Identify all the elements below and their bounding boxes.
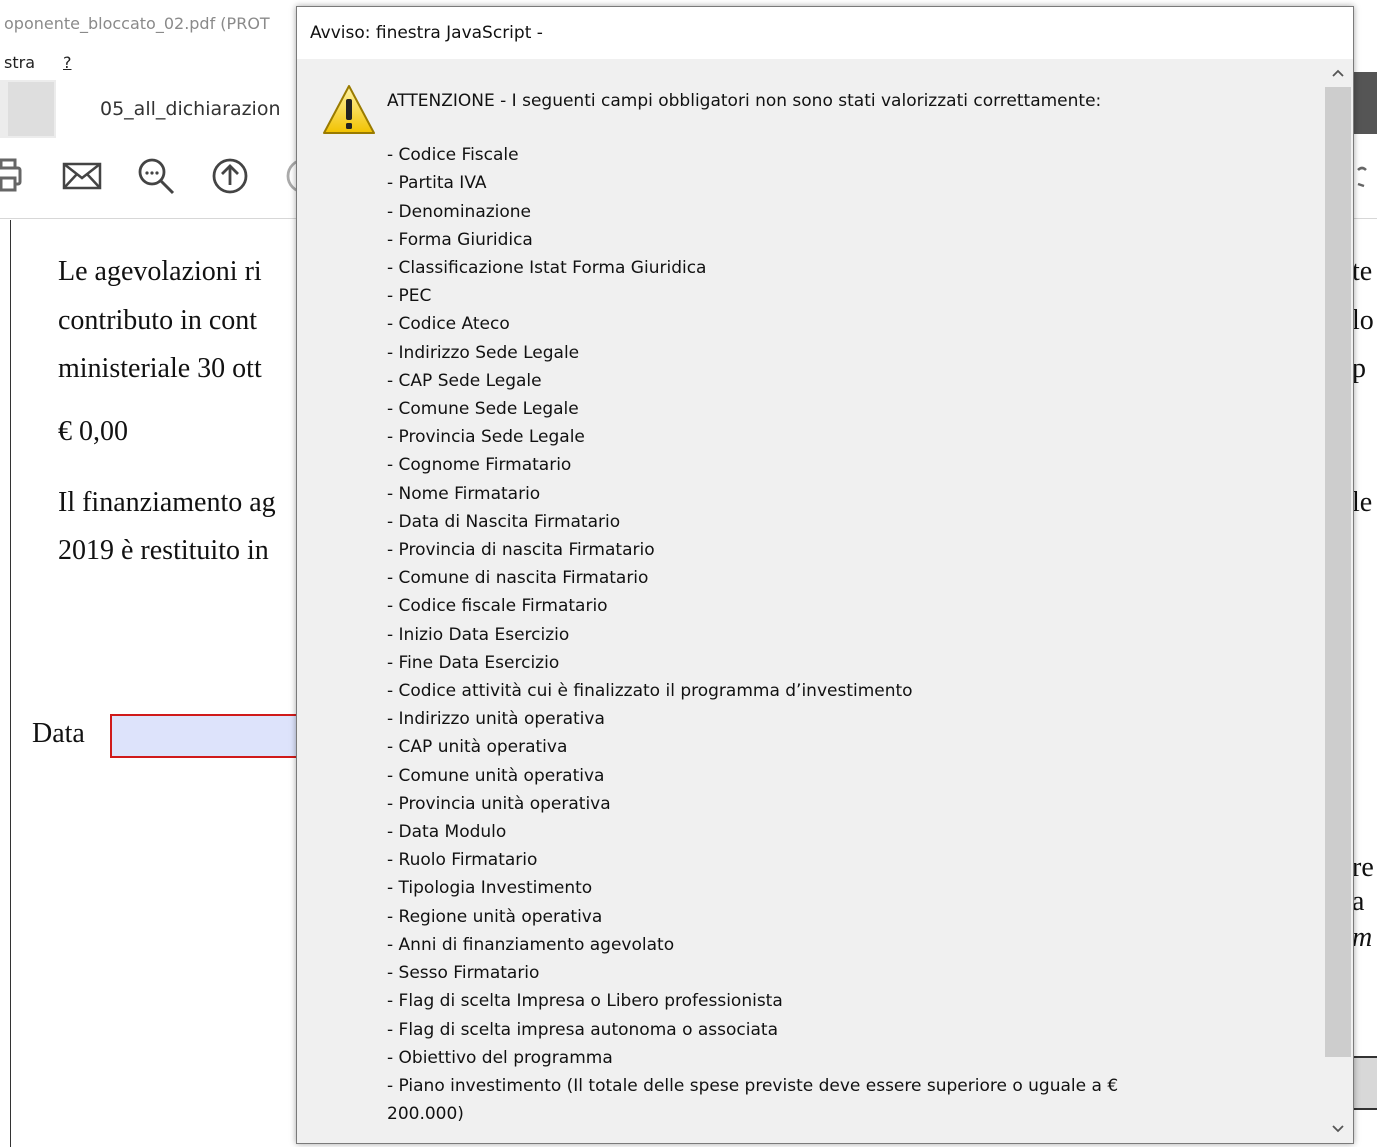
doc-line-4: Il finanziamento ag [58,487,276,518]
doc-line-3: ministeriale 30 ott [58,353,262,384]
missing-field-item: - Obiettivo del programma [387,1047,613,1068]
doc-right-fragment: le [1352,487,1373,518]
missing-field-item: - Cognome Firmatario [387,455,572,476]
window-title: oponente_bloccato_02.pdf (PROT [4,14,270,33]
missing-field-item: - Flag di scelta impresa autonoma o asso… [387,1019,778,1040]
missing-field-item: - Comune Sede Legale [387,399,579,420]
alert-header: ATTENZIONE - I seguenti campi obbligator… [387,91,1102,111]
missing-field-item: - CAP unità operativa [387,737,568,758]
doc-right-fragment: re [1352,852,1374,883]
viewer-side-panel [1352,72,1377,134]
doc-right-fragment: p [1352,353,1366,384]
zoom-icon[interactable] [136,156,176,196]
vertical-scrollbar[interactable] [1323,59,1353,1143]
menu-item-help[interactable]: ? [63,53,72,72]
menu-item-window[interactable]: stra [4,53,35,72]
doc-right-fragment: lo [1352,305,1374,336]
missing-field-item: - Codice Fiscale [387,145,519,166]
scroll-down-button[interactable] [1323,1115,1353,1143]
missing-field-item: - Regione unità operativa [387,906,603,927]
missing-field-item: - CAP Sede Legale [387,370,542,391]
missing-field-item: - Comune di nascita Firmatario [387,568,649,589]
scroll-thumb[interactable] [1325,87,1351,1057]
missing-field-item: - Tipologia Investimento [387,878,593,899]
doc-right-fragment: m [1352,922,1373,953]
missing-field-item: - Forma Giuridica [387,229,533,250]
date-input[interactable] [110,714,310,758]
missing-field-item: - Comune unità operativa [387,765,605,786]
tab-document-label: 05_all_dichiarazion [100,98,281,120]
missing-field-item: - Codice Ateco [387,314,510,335]
doc-line-2: contributo in cont [58,305,258,336]
tab-document[interactable]: 05_all_dichiarazion [56,80,306,138]
dialog-titlebar[interactable]: Avviso: finestra JavaScript - [297,7,1353,59]
doc-right-box [1352,1056,1377,1110]
missing-field-item: - Data di Nascita Firmatario [387,511,621,532]
missing-field-item: - Fine Data Esercizio [387,652,560,673]
scroll-up-button[interactable] [1323,59,1353,87]
missing-field-item: - Denominazione [387,201,532,222]
doc-line-5: 2019 è restituito in [58,535,269,566]
missing-field-item: - Codice attività cui è finalizzato il p… [387,681,913,702]
email-icon[interactable] [62,156,102,196]
missing-field-item: - Data Modulo [387,822,507,843]
alert-message: ATTENZIONE - I seguenti campi obbligator… [387,87,1237,1128]
missing-field-item: - Classificazione Istat Forma Giuridica [387,258,707,279]
warning-icon [323,85,375,134]
menu-bar: stra ? [0,48,300,78]
missing-field-item: - Provincia di nascita Firmatario [387,540,655,561]
missing-field-item: 200.000) [387,1104,464,1125]
chevron-down-icon [1332,1125,1344,1133]
missing-field-item: - Flag di scelta Impresa o Libero profes… [387,991,783,1012]
missing-field-item: - Sesso Firmatario [387,963,540,984]
date-label: Data [32,718,85,749]
missing-field-item: - Codice fiscale Firmatario [387,596,608,617]
partial-toolbar-icon-right[interactable] [1352,156,1377,196]
missing-field-item: - PEC [387,286,432,307]
missing-field-item: - Anni di finanziamento agevolato [387,934,675,955]
missing-field-item: - Inizio Data Esercizio [387,624,570,645]
missing-field-item: - Partita IVA [387,173,487,194]
missing-field-item: - Piano investimento (Il totale delle sp… [387,1075,1119,1096]
javascript-alert-dialog: Avviso: finestra JavaScript - ATTENZIONE… [296,6,1354,1144]
print-icon[interactable] [0,156,32,196]
doc-line-1: Le agevolazioni ri [58,256,262,287]
missing-field-item: - Nome Firmatario [387,483,541,504]
missing-field-item: - Indirizzo Sede Legale [387,342,580,363]
missing-fields-list: - Codice Fiscale - Partita IVA - Denominaz… [387,141,1237,1128]
doc-amount: € 0,00 [58,416,128,447]
tab-home[interactable] [8,82,54,136]
doc-right-fragment: te [1352,256,1373,287]
missing-field-item: - Indirizzo unità operativa [387,709,605,730]
missing-field-item: - Provincia Sede Legale [387,427,585,448]
upload-icon[interactable] [210,156,250,196]
missing-field-item: - Ruolo Firmatario [387,850,538,871]
dialog-title: Avviso: finestra JavaScript - [310,23,543,43]
chevron-up-icon [1332,69,1344,77]
missing-field-item: - Provincia unità operativa [387,793,611,814]
